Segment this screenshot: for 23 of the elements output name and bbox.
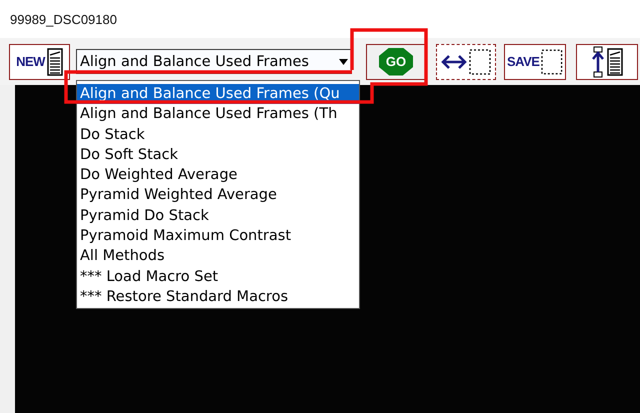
up-arrow-icon [591, 46, 605, 78]
dashed-square-icon [541, 48, 563, 74]
go-button[interactable]: GO [366, 44, 426, 80]
document-icon [46, 48, 63, 76]
new-button[interactable]: NEW [9, 44, 70, 80]
dropdown-item[interactable]: Pyramoid Maximum Contrast [77, 226, 359, 246]
dropdown-item[interactable]: Pyramid Weighted Average [77, 185, 359, 206]
dropdown-item[interactable]: Align and Balance Used Frames (Th [77, 104, 359, 125]
dropdown-item[interactable]: *** Load Macro Set [77, 266, 359, 287]
dropdown-item[interactable]: All Methods [77, 246, 359, 267]
save-button[interactable]: SAVE [504, 44, 566, 80]
document-icon [607, 48, 623, 76]
dropdown-item[interactable]: Do Weighted Average [77, 165, 359, 186]
dropdown-caret-icon [339, 58, 348, 64]
double-arrow-icon [441, 54, 467, 70]
dashed-square-icon [469, 48, 491, 74]
insert-button[interactable] [576, 44, 638, 80]
dropdown-item[interactable]: Do Stack [77, 124, 359, 145]
dropdown-item[interactable]: Do Soft Stack [77, 144, 359, 166]
dropdown-item[interactable]: Pyramid Do Stack [77, 206, 359, 226]
dropdown-item[interactable]: *** Restore Standard Macros [77, 286, 359, 308]
swap-button[interactable] [436, 44, 496, 80]
window-title: 99989_DSC09180 [10, 12, 117, 26]
